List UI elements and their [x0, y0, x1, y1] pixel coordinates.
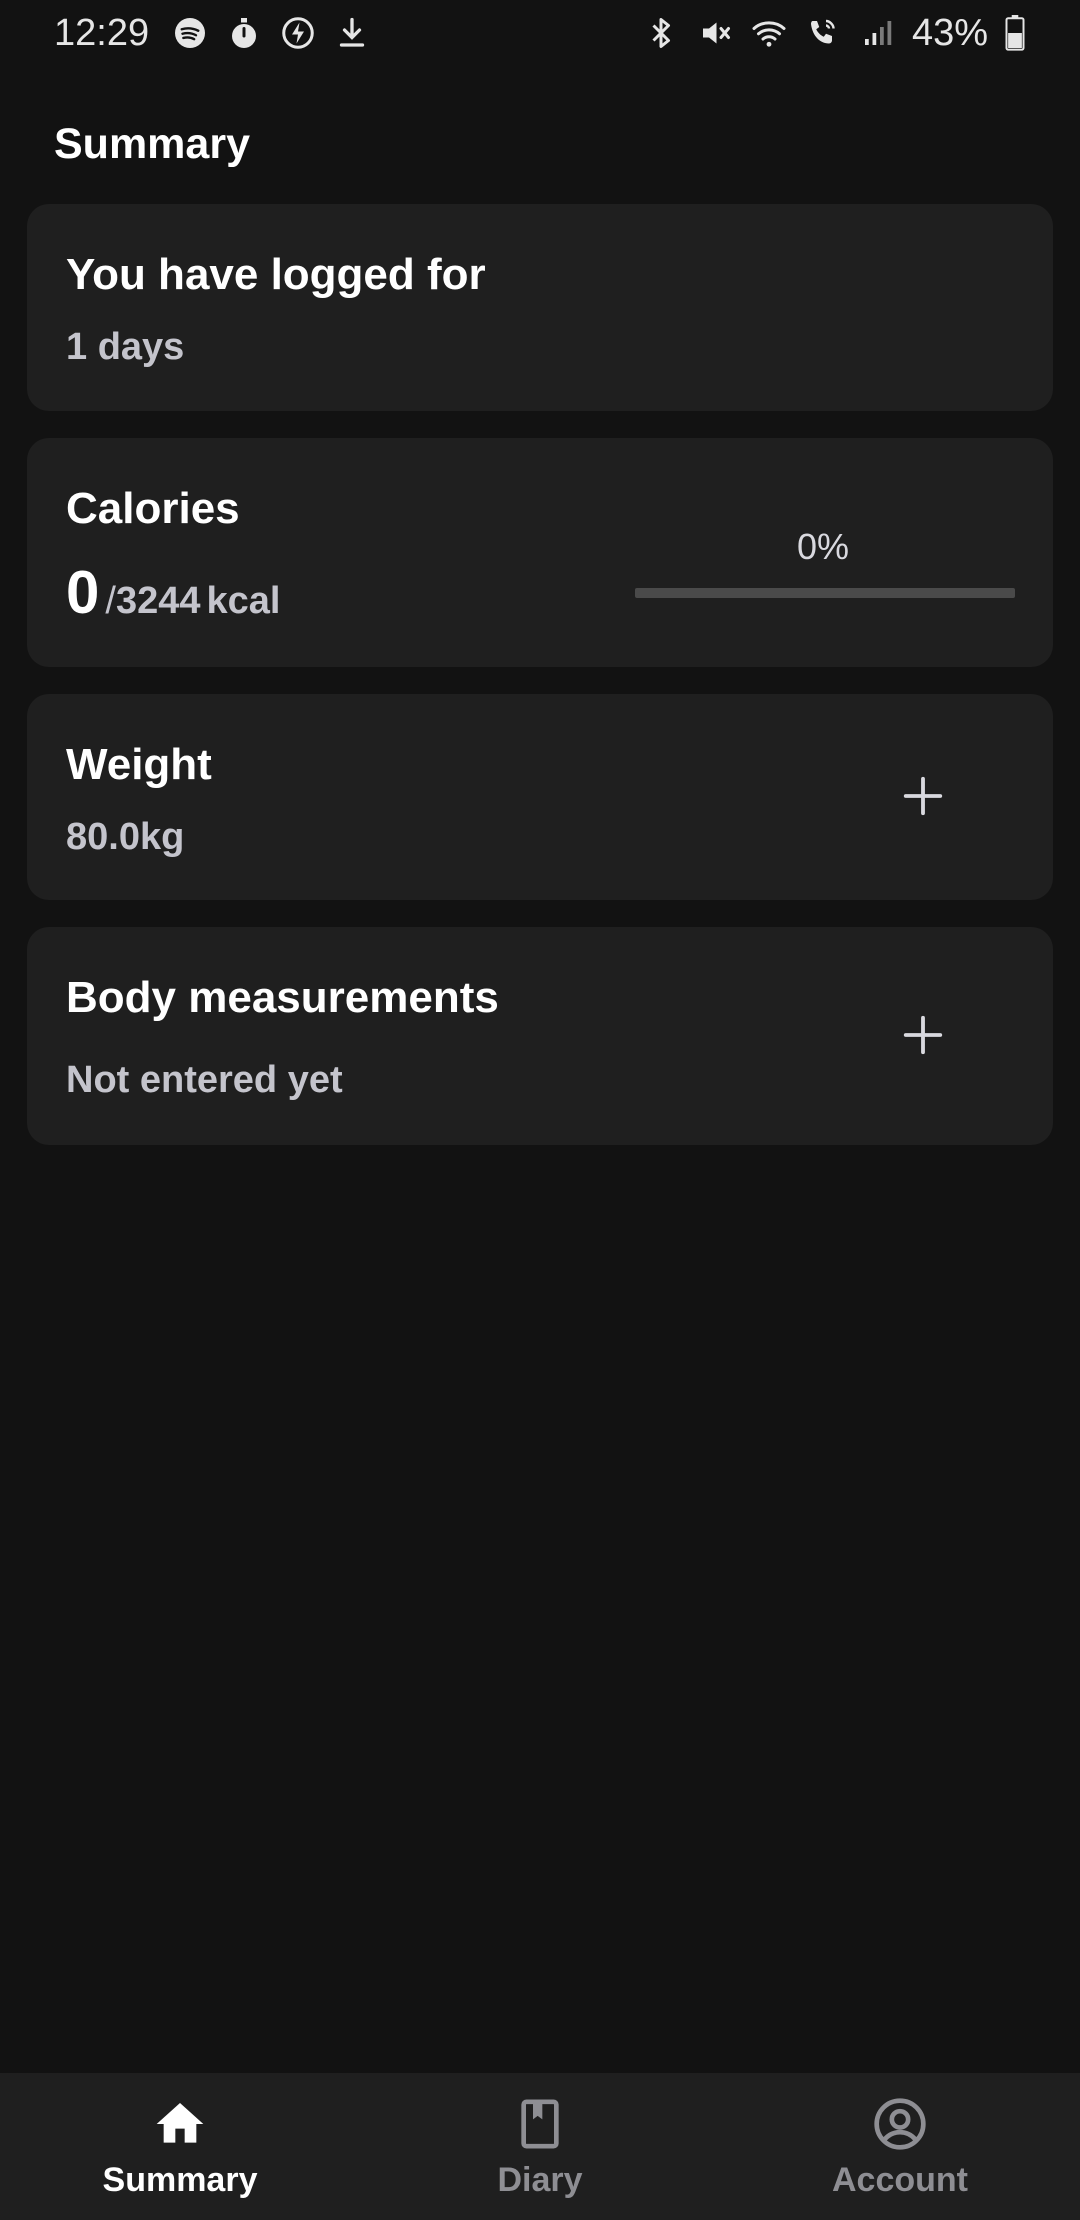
add-weight-button[interactable] — [883, 757, 963, 837]
nav-label-summary: Summary — [102, 2161, 258, 2199]
calories-unit: kcal — [206, 580, 281, 622]
status-bar-left: 12:29 — [54, 12, 371, 55]
battery-percent: 43% — [911, 11, 988, 54]
wifi-icon — [750, 14, 788, 52]
weight-value: 80.0kg — [66, 816, 185, 858]
calories-goal: 3244 — [115, 580, 201, 622]
logged-days-value: 1 days — [66, 326, 185, 368]
calories-title: Calories — [66, 484, 240, 533]
status-bar: 12:29 43% — [0, 0, 1080, 66]
calories-values: 0 / 3244 kcal — [66, 558, 280, 627]
account-icon — [871, 2095, 929, 2153]
nav-item-account[interactable]: Account — [720, 2073, 1080, 2220]
status-time: 12:29 — [54, 11, 150, 54]
download-icon — [333, 14, 371, 52]
calories-separator: / — [105, 580, 116, 622]
wifi-call-icon — [804, 14, 842, 52]
battery-icon — [1004, 15, 1026, 51]
book-icon — [511, 2095, 569, 2153]
plus-icon — [900, 773, 946, 822]
body-measurements-title: Body measurements — [66, 973, 499, 1022]
calories-progress-bar — [635, 588, 1015, 598]
app-screen: 12:29 43% Summary You have logged for 1 … — [0, 0, 1080, 2220]
calories-consumed: 0 — [66, 559, 100, 626]
page-title: Summary — [54, 120, 250, 168]
body-measurements-card[interactable]: Body measurements Not entered yet — [27, 927, 1053, 1145]
body-measurements-value: Not entered yet — [66, 1059, 343, 1101]
nav-label-diary: Diary — [497, 2161, 583, 2199]
nav-item-diary[interactable]: Diary — [360, 2073, 720, 2220]
spotify-icon — [171, 14, 209, 52]
mute-icon — [696, 14, 734, 52]
bottom-navigation: Summary Diary Account — [0, 2073, 1080, 2220]
weight-title: Weight — [66, 740, 212, 789]
calories-progress-label: 0% — [796, 526, 850, 567]
logged-days-title: You have logged for — [66, 250, 486, 299]
timer-icon — [225, 14, 263, 52]
home-icon — [151, 2095, 209, 2153]
add-body-measurement-button[interactable] — [883, 996, 963, 1076]
nav-label-account: Account — [832, 2161, 968, 2199]
status-bar-right: 43% — [642, 12, 1026, 55]
weight-card[interactable]: Weight 80.0kg — [27, 694, 1053, 900]
bluetooth-icon — [642, 14, 680, 52]
calories-card[interactable]: Calories 0 / 3244 kcal 0% — [27, 438, 1053, 667]
flash-icon — [279, 14, 317, 52]
plus-icon — [900, 1012, 946, 1061]
logged-days-card[interactable]: You have logged for 1 days — [27, 204, 1053, 411]
signal-icon — [858, 14, 896, 52]
nav-item-summary[interactable]: Summary — [0, 2073, 360, 2220]
